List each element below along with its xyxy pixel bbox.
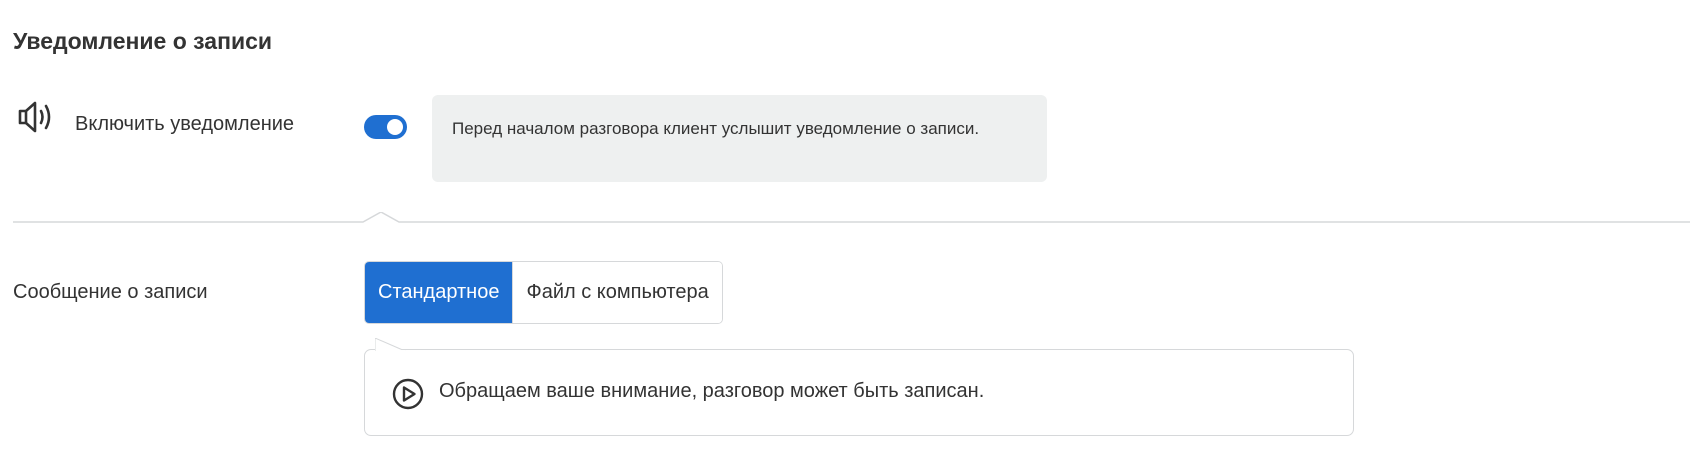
speaker-icon bbox=[17, 100, 55, 134]
notification-hint: Перед началом разговора клиент услышит у… bbox=[432, 95, 1047, 182]
message-text: Обращаем ваше внимание, разговор может б… bbox=[439, 380, 985, 402]
recording-notification-settings: Уведомление о записи Включить уведомлени… bbox=[0, 0, 1690, 463]
section-title: Уведомление о записи bbox=[13, 28, 273, 54]
option-standard-button[interactable]: Стандартное bbox=[365, 262, 513, 323]
message-pointer bbox=[375, 338, 406, 352]
enable-notification-label: Включить уведомление bbox=[75, 113, 295, 135]
message-label: Сообщение о записи bbox=[13, 281, 208, 303]
message-preview: Обращаем ваше внимание, разговор может б… bbox=[364, 338, 1354, 436]
enable-notification-toggle[interactable] bbox=[364, 115, 407, 139]
toggle-knob bbox=[387, 119, 403, 135]
notification-hint-text: Перед началом разговора клиент услышит у… bbox=[452, 119, 980, 138]
message-source-selector: Стандартное Файл с компьютера bbox=[364, 261, 723, 324]
play-circle-icon[interactable] bbox=[391, 377, 425, 411]
option-file-button[interactable]: Файл с компьютера bbox=[512, 262, 722, 323]
